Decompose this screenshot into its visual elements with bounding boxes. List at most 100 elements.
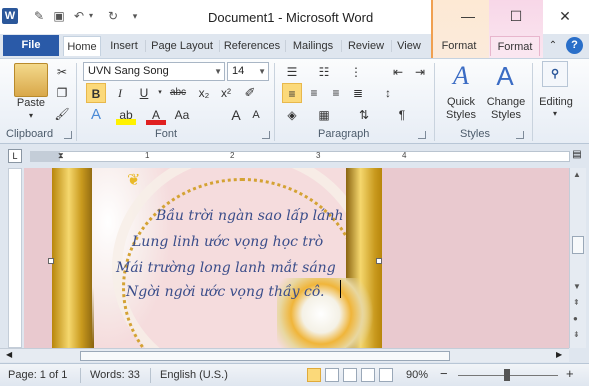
change-styles-icon[interactable]: A bbox=[490, 61, 520, 91]
outline-view-icon[interactable] bbox=[361, 368, 375, 382]
tab-format-drawing[interactable]: Format bbox=[434, 36, 484, 56]
text-effects-icon[interactable]: A bbox=[86, 105, 106, 125]
cut-icon[interactable]: ✂ bbox=[52, 62, 72, 82]
paste-dropdown-icon[interactable]: ▾ bbox=[24, 111, 38, 120]
numbering-icon[interactable]: ☷ bbox=[314, 62, 334, 82]
previous-page-icon[interactable]: ⇞ bbox=[573, 298, 580, 307]
horizontal-scroll-thumb[interactable] bbox=[80, 351, 450, 361]
font-color-icon[interactable]: A bbox=[146, 105, 166, 125]
zoom-in-button[interactable]: + bbox=[566, 366, 574, 381]
scroll-left-icon[interactable]: ◀ bbox=[6, 350, 12, 359]
bullets-icon[interactable]: ☰ bbox=[282, 62, 302, 82]
word-app-icon[interactable]: W bbox=[2, 8, 18, 24]
align-left-icon[interactable]: ≡ bbox=[282, 83, 302, 103]
find-icon[interactable]: ⚲ bbox=[542, 61, 568, 87]
font-name-combo[interactable]: UVN Sang Song ▼ bbox=[83, 62, 225, 81]
styles-launcher-icon[interactable] bbox=[516, 131, 524, 139]
customize-icon[interactable]: ✎ bbox=[32, 9, 46, 23]
quick-styles-label-1[interactable]: Quick bbox=[440, 96, 482, 108]
clear-formatting-icon[interactable]: ✐ bbox=[240, 83, 260, 103]
redo-icon[interactable]: ↻ bbox=[106, 9, 120, 23]
page[interactable]: ❦ Bầu trời ngàn sao lấp lánh Lung linh ư… bbox=[52, 168, 382, 348]
select-browse-object-icon[interactable]: ● bbox=[573, 314, 578, 323]
page-count[interactable]: Page: 1 of 1 bbox=[8, 369, 67, 381]
maximize-button[interactable]: ☐ bbox=[504, 6, 528, 26]
sort-icon[interactable]: ⇅ bbox=[354, 105, 374, 125]
tab-selector[interactable]: L bbox=[8, 149, 22, 163]
undo-dropdown-icon[interactable]: ▾ bbox=[84, 9, 98, 23]
view-ruler-icon[interactable]: ▤ bbox=[570, 149, 584, 163]
ruler-strip[interactable] bbox=[30, 151, 570, 162]
font-size-combo[interactable]: 14 ▼ bbox=[227, 62, 269, 81]
strikethrough-button[interactable]: abc bbox=[166, 83, 190, 103]
horizontal-scrollbar[interactable]: ◀ ▶ bbox=[0, 348, 569, 362]
bold-button[interactable]: B bbox=[86, 83, 106, 103]
align-center-icon[interactable]: ≡ bbox=[304, 83, 324, 103]
tab-references[interactable]: References bbox=[221, 36, 283, 56]
language-indicator[interactable]: English (U.S.) bbox=[160, 369, 228, 381]
help-icon[interactable]: ? bbox=[566, 37, 583, 54]
change-styles-label-2[interactable]: Styles bbox=[482, 109, 530, 121]
font-launcher-icon[interactable] bbox=[262, 131, 270, 139]
copy-icon[interactable]: ❐ bbox=[52, 83, 72, 103]
increase-indent-icon[interactable]: ⇥ bbox=[410, 62, 430, 82]
poem-line-1[interactable]: Bầu trời ngàn sao lấp lánh bbox=[156, 208, 344, 224]
editing-button[interactable]: Editing bbox=[536, 96, 576, 108]
customize-qat-icon[interactable]: ▾ bbox=[128, 9, 142, 23]
save-icon[interactable]: ▣ bbox=[52, 9, 66, 23]
word-count[interactable]: Words: 33 bbox=[90, 369, 140, 381]
next-page-icon[interactable]: ⇟ bbox=[573, 330, 580, 339]
document-area[interactable]: ❦ Bầu trời ngàn sao lấp lánh Lung linh ư… bbox=[24, 168, 569, 348]
minimize-ribbon-icon[interactable]: ⌃ bbox=[546, 36, 560, 56]
show-formatting-button[interactable]: ¶ bbox=[392, 105, 412, 125]
minimize-button[interactable]: — bbox=[456, 6, 480, 26]
close-button[interactable]: ✕ bbox=[553, 6, 577, 26]
print-layout-view-icon[interactable] bbox=[307, 368, 321, 382]
poem-line-3[interactable]: Mái trường long lanh mắt sáng bbox=[116, 260, 336, 276]
quick-styles-label-2[interactable]: Styles bbox=[440, 109, 482, 121]
draft-view-icon[interactable] bbox=[379, 368, 393, 382]
change-styles-label-1[interactable]: Change bbox=[482, 96, 530, 108]
paste-button[interactable]: Paste bbox=[14, 97, 48, 109]
highlight-icon[interactable]: ab bbox=[116, 105, 136, 125]
quick-styles-icon[interactable]: A bbox=[446, 61, 476, 91]
resize-handle-left[interactable] bbox=[48, 258, 54, 264]
poem-line-2[interactable]: Lung linh ước vọng học trò bbox=[132, 234, 323, 250]
resize-handle-right[interactable] bbox=[376, 258, 382, 264]
multilevel-list-icon[interactable]: ⋮ bbox=[346, 62, 366, 82]
change-case-button[interactable]: Aa bbox=[170, 105, 194, 125]
format-painter-icon[interactable]: 🖌 bbox=[52, 104, 72, 124]
decrease-indent-icon[interactable]: ⇤ bbox=[388, 62, 408, 82]
paste-icon[interactable] bbox=[14, 63, 48, 97]
shrink-font-button[interactable]: A bbox=[246, 105, 266, 125]
tab-format-picture[interactable]: Format bbox=[490, 36, 540, 56]
vertical-scrollbar[interactable]: ▲ ▼ ⇞ ● ⇟ bbox=[569, 168, 586, 348]
poem-line-4[interactable]: Ngời ngời ước vọng thầy cô. bbox=[126, 284, 324, 300]
italic-button[interactable]: I bbox=[110, 83, 130, 103]
zoom-slider-knob[interactable] bbox=[504, 369, 510, 381]
shading-icon[interactable]: ◈ bbox=[282, 105, 302, 125]
superscript-button[interactable]: x² bbox=[216, 83, 236, 103]
align-right-icon[interactable]: ≡ bbox=[326, 83, 346, 103]
scroll-down-icon[interactable]: ▼ bbox=[573, 282, 581, 291]
grow-font-button[interactable]: A bbox=[226, 105, 246, 125]
tab-insert[interactable]: Insert bbox=[105, 36, 143, 56]
vertical-scroll-thumb[interactable] bbox=[572, 236, 584, 254]
borders-icon[interactable]: ▦ bbox=[314, 105, 334, 125]
line-spacing-icon[interactable]: ↕ bbox=[378, 83, 398, 103]
tab-view[interactable]: View bbox=[393, 36, 425, 56]
tab-home[interactable]: Home bbox=[63, 36, 101, 56]
tab-file[interactable]: File bbox=[3, 35, 59, 56]
zoom-out-button[interactable]: − bbox=[440, 366, 448, 381]
scroll-up-icon[interactable]: ▲ bbox=[573, 170, 581, 179]
justify-icon[interactable]: ≣ bbox=[348, 83, 368, 103]
indent-marker-icon[interactable]: ⧗ bbox=[58, 151, 64, 161]
subscript-button[interactable]: x₂ bbox=[194, 83, 214, 103]
tab-mailings[interactable]: Mailings bbox=[287, 36, 339, 56]
clipboard-launcher-icon[interactable] bbox=[64, 131, 72, 139]
tab-page-layout[interactable]: Page Layout bbox=[147, 36, 217, 56]
scroll-right-icon[interactable]: ▶ bbox=[556, 350, 562, 359]
tab-review[interactable]: Review bbox=[343, 36, 389, 56]
zoom-level[interactable]: 90% bbox=[406, 369, 428, 381]
full-screen-view-icon[interactable] bbox=[325, 368, 339, 382]
